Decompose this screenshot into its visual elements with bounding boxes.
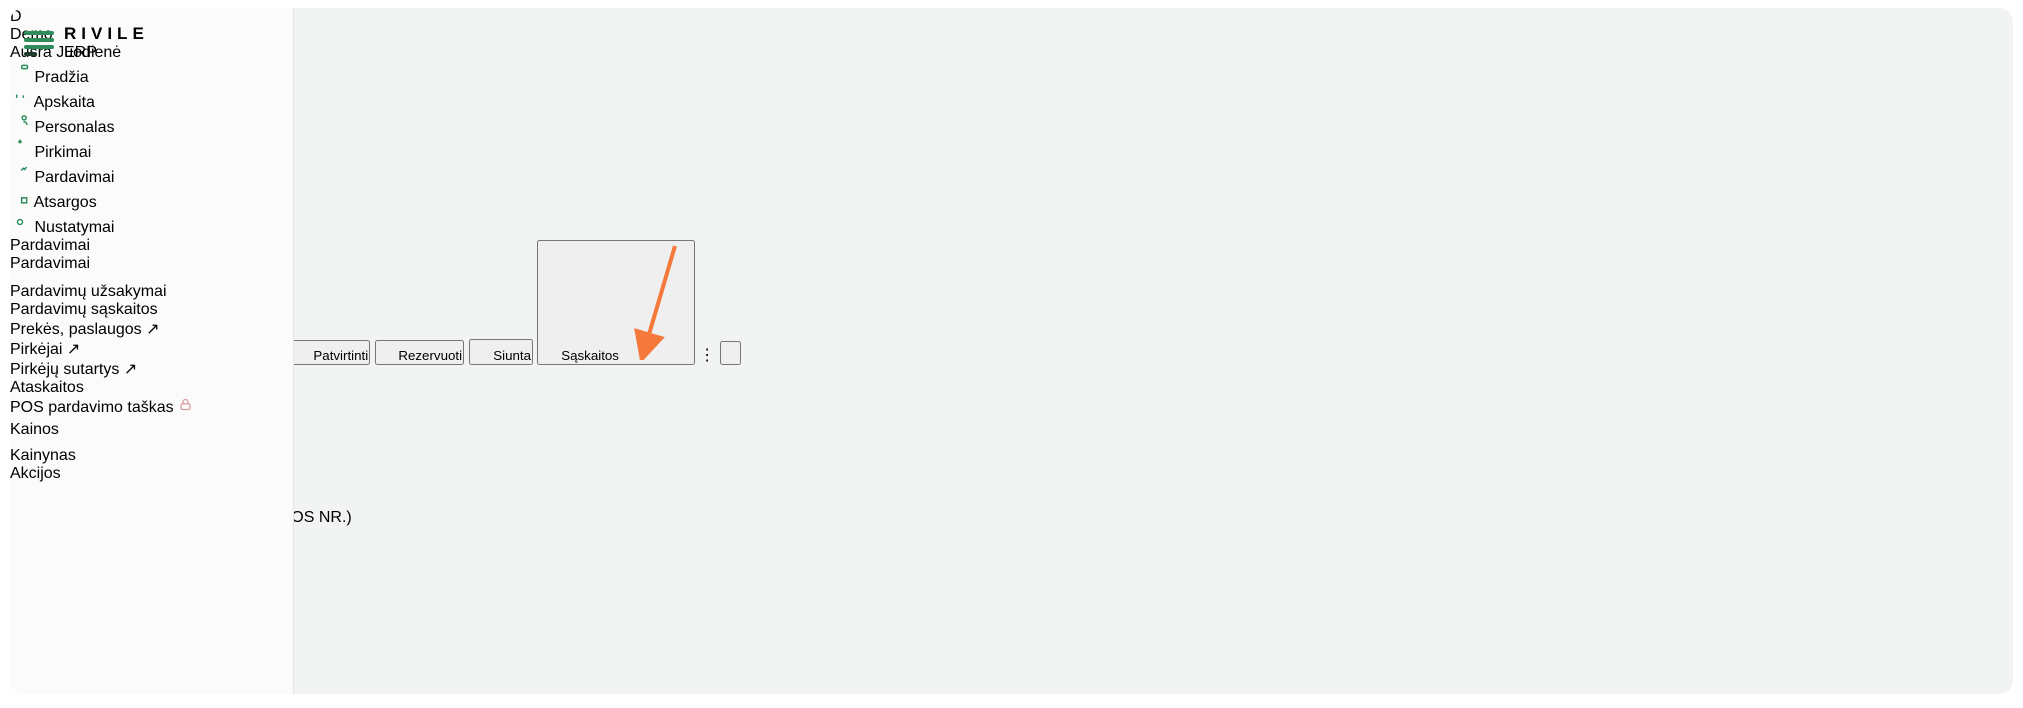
view-tabs: Pagrindinis ⋮ Atviri pardavimų užsakymai… — [10, 45, 2013, 123]
active-filters: Klientas = 00024 - UAB Kopa × Operacijos… — [10, 166, 2013, 240]
col-busena[interactable]: BŪSENA — [10, 491, 2013, 509]
nav-rail: Pradžia Apskaita Personalas Pirkimai Par… — [10, 62, 293, 237]
rail-item-pradzia[interactable]: Pradžia — [10, 62, 293, 87]
date-filter-chip[interactable]: ⇄ 2025-07-01 - 2025-07-03 × — [10, 220, 2013, 240]
brand-name: RIVILE — [64, 24, 149, 44]
filter-bar: Filtrai Slėpti filtrus Išvalyti — [10, 123, 2013, 166]
shapes-icon — [10, 187, 30, 207]
filter-klientas: Klientas = 00024 - UAB Kopa × — [10, 166, 2013, 202]
external-link-icon: ↗ — [146, 321, 159, 338]
sidebar-title: Pardavimai — [10, 237, 293, 255]
menu-icon — [24, 31, 54, 56]
reserve-button[interactable]: Rezervuoti — [375, 340, 464, 365]
col-pvm-suma[interactable]: PVM SUMA VALIUTAΣ — [10, 455, 2013, 473]
lock-icon — [178, 397, 193, 412]
rail-item-apskaita[interactable]: Apskaita — [10, 87, 293, 112]
col-klientas[interactable]: KLIENTAS — [10, 383, 2013, 401]
sidebar-item-pirkeju-sutartys[interactable]: Pirkėjų sutartys ↗ — [10, 359, 293, 379]
sidebar-item-ataskaitos[interactable]: Ataskaitos — [10, 379, 293, 397]
column-settings-button[interactable] — [720, 341, 741, 365]
col-banko-saskaita[interactable]: ĮMONĖS BANKO SĄSKAITA (SĄSKAITOS NR.) — [10, 509, 2013, 527]
external-link-icon: ↗ — [67, 341, 80, 358]
col-suma-be-pvm[interactable]: SUMA BE PVM VALIUTAΣ — [10, 437, 2013, 455]
sidebar-item-pos: POS pardavimo taškas — [10, 397, 293, 417]
columns-icon — [722, 343, 739, 360]
people-icon — [10, 112, 30, 132]
sidebar-item-akcijos[interactable]: Akcijos — [10, 465, 293, 483]
sidebar: RIVILE ERP D Demo Aušra Juodienė Pradžia… — [10, 8, 294, 694]
table-row[interactable]: 00018 UAB Kopa 2025-07-01 EUR 600.00 126… — [10, 527, 2013, 689]
section-kainos[interactable]: Kainos — [10, 421, 293, 439]
avatar: D — [10, 8, 22, 25]
board-chart-icon — [10, 87, 30, 107]
filter-label: Operacijos data — [10, 202, 2013, 220]
rail-item-nustatymai[interactable]: Nustatymai — [10, 212, 293, 237]
section-pardavimai[interactable]: Pardavimai — [10, 255, 293, 273]
breadcrumb: Pardavimai › Pardavimų užsakymai — [10, 8, 2013, 26]
rail-item-atsargos[interactable]: Atsargos — [10, 187, 293, 212]
external-link-icon: ↗ — [124, 361, 137, 378]
filter-label: Klientas — [10, 166, 2013, 184]
table-row[interactable]: 00017 UAB Kopa 2025-07-02 EUR 750.00 157… — [10, 689, 2013, 694]
filter-operacijos-data: Operacijos data ⇄ 2025-07-01 - 2025-07-0… — [10, 202, 2013, 240]
app-frame: RIVILE ERP D Demo Aušra Juodienė Pradžia… — [10, 8, 2013, 694]
loop-icon — [539, 342, 557, 360]
orders-table: DOKUMENTO NR. KLIENTAS OPERACIJOS DATA V… — [10, 365, 2013, 694]
search-field[interactable] — [10, 123, 2013, 144]
annotation-arrow — [623, 242, 693, 360]
col-valiuta[interactable]: VALIUTA (KODAS) — [10, 419, 2013, 437]
col-dokumento-nr[interactable]: DOKUMENTO NR. — [10, 365, 2013, 383]
sidebar-item-pardavimu-uzsakymai[interactable]: Pardavimų užsakymai — [10, 283, 293, 301]
add-tab-button[interactable]: + — [10, 105, 2013, 123]
box-arrow-icon — [292, 342, 310, 360]
invoices-button: Sąskaitos — [537, 240, 694, 365]
content-card: Filtrai Slėpti filtrus Išvalyti Klientas… — [10, 123, 2013, 694]
tab-atviri-uzsakymai[interactable]: Atviri pardavimų užsakymai ⋮ — [10, 65, 2013, 85]
col-operacijos-data[interactable]: OPERACIJOS DATA — [10, 401, 2013, 419]
main-area: Pardavimai › Pardavimų užsakymai + Sukur… — [10, 8, 2013, 694]
sidebar-item-prekes-paslaugos[interactable]: Prekės, paslaugos ↗ — [10, 319, 293, 339]
truck-icon — [471, 341, 490, 360]
sidebar-item-pirkejai[interactable]: Pirkėjai ↗ — [10, 339, 293, 359]
gear-icon — [10, 212, 30, 232]
sidebar-panel: Pardavimai Pardavimai Pardavimų užsakyma… — [10, 237, 293, 483]
grid-icon — [377, 342, 395, 360]
col-suma-su-pvm[interactable]: SUMA SU PVM VALIUTAΣ — [10, 473, 2013, 491]
confirm-button[interactable]: Patvirtinti — [290, 340, 371, 365]
sidebar-item-kainynas[interactable]: Kainynas — [10, 447, 293, 465]
tab-pagrindinis[interactable]: Pagrindinis ⋮ — [10, 45, 2013, 65]
app-logo[interactable]: RIVILE ERP — [24, 24, 149, 62]
rail-item-pardavimai[interactable]: Pardavimai — [10, 162, 293, 187]
tab-demo[interactable]: Demo ⋮ — [10, 85, 2013, 105]
cart-icon — [10, 137, 30, 157]
brand-product: ERP — [64, 44, 149, 62]
kebab-icon[interactable]: ⋮ — [699, 347, 715, 364]
sales-person-chart-icon — [10, 162, 30, 182]
table-header: DOKUMENTO NR. KLIENTAS OPERACIJOS DATA V… — [10, 365, 2013, 527]
shipment-button: Siunta — [469, 339, 534, 365]
rail-item-pirkimai[interactable]: Pirkimai — [10, 137, 293, 162]
rail-item-personalas[interactable]: Personalas — [10, 112, 293, 137]
client-filter-chip[interactable]: = 00024 - UAB Kopa × — [10, 184, 2013, 202]
table-toolbar: Pasirinkta: 3 Patvirtinti Rezer — [10, 240, 2013, 365]
sidebar-item-pardavimu-saskaitos[interactable]: Pardavimų sąskaitos — [10, 301, 293, 319]
dashboard-icon — [10, 62, 30, 82]
